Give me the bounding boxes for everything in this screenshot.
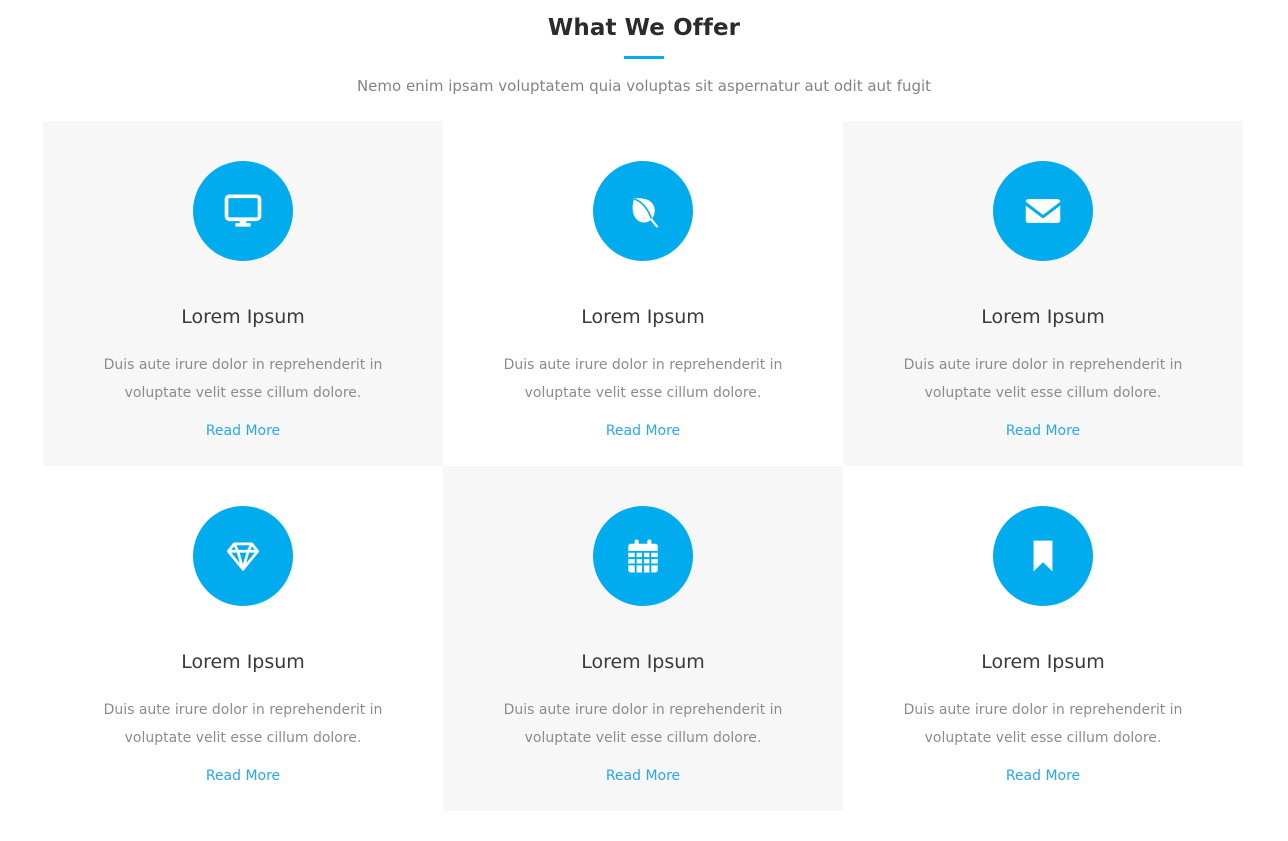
calendar-icon <box>622 535 664 577</box>
icon-circle <box>193 506 293 606</box>
service-card[interactable]: Lorem Ipsum Duis aute irure dolor in rep… <box>443 121 843 466</box>
icon-circle <box>993 161 1093 261</box>
diamond-gem-icon <box>221 534 265 578</box>
card-description: Duis aute irure dolor in reprehenderit i… <box>503 702 783 746</box>
read-more-link[interactable]: Read More <box>1006 766 1080 786</box>
envelope-icon <box>1020 188 1066 234</box>
card-title: Lorem Ipsum <box>581 306 705 328</box>
section-subtitle: Nemo enim ipsam voluptatem quia voluptas… <box>356 77 932 95</box>
services-card-grid: Lorem Ipsum Duis aute irure dolor in rep… <box>43 121 1243 811</box>
card-description: Duis aute irure dolor in reprehenderit i… <box>903 357 1183 401</box>
service-card[interactable]: Lorem Ipsum Duis aute irure dolor in rep… <box>43 121 443 466</box>
card-description: Duis aute irure dolor in reprehenderit i… <box>103 357 383 401</box>
icon-circle <box>193 161 293 261</box>
card-title: Lorem Ipsum <box>981 651 1105 673</box>
section-header: What We Offer Nemo enim ipsam voluptatem… <box>0 0 1288 97</box>
card-description: Duis aute irure dolor in reprehenderit i… <box>903 702 1183 746</box>
card-title: Lorem Ipsum <box>981 306 1105 328</box>
icon-circle <box>993 506 1093 606</box>
icon-circle <box>593 161 693 261</box>
read-more-link[interactable]: Read More <box>606 421 680 441</box>
card-title: Lorem Ipsum <box>581 651 705 673</box>
service-card[interactable]: Lorem Ipsum Duis aute irure dolor in rep… <box>843 466 1243 811</box>
read-more-link[interactable]: Read More <box>1006 421 1080 441</box>
leaf-icon <box>621 189 665 233</box>
services-section-page: What We Offer Nemo enim ipsam voluptatem… <box>0 0 1288 841</box>
read-more-link[interactable]: Read More <box>606 766 680 786</box>
service-card[interactable]: Lorem Ipsum Duis aute irure dolor in rep… <box>843 121 1243 466</box>
service-card[interactable]: Lorem Ipsum Duis aute irure dolor in rep… <box>443 466 843 811</box>
card-title: Lorem Ipsum <box>181 651 305 673</box>
icon-circle <box>593 506 693 606</box>
page-title: What We Offer <box>547 15 741 41</box>
read-more-link[interactable]: Read More <box>206 766 280 786</box>
card-description: Duis aute irure dolor in reprehenderit i… <box>103 702 383 746</box>
title-accent-rule <box>624 56 664 59</box>
card-title: Lorem Ipsum <box>181 306 305 328</box>
bookmark-icon <box>1022 535 1064 577</box>
service-card[interactable]: Lorem Ipsum Duis aute irure dolor in rep… <box>43 466 443 811</box>
card-description: Duis aute irure dolor in reprehenderit i… <box>503 357 783 401</box>
desktop-monitor-icon <box>221 189 265 233</box>
read-more-link[interactable]: Read More <box>206 421 280 441</box>
